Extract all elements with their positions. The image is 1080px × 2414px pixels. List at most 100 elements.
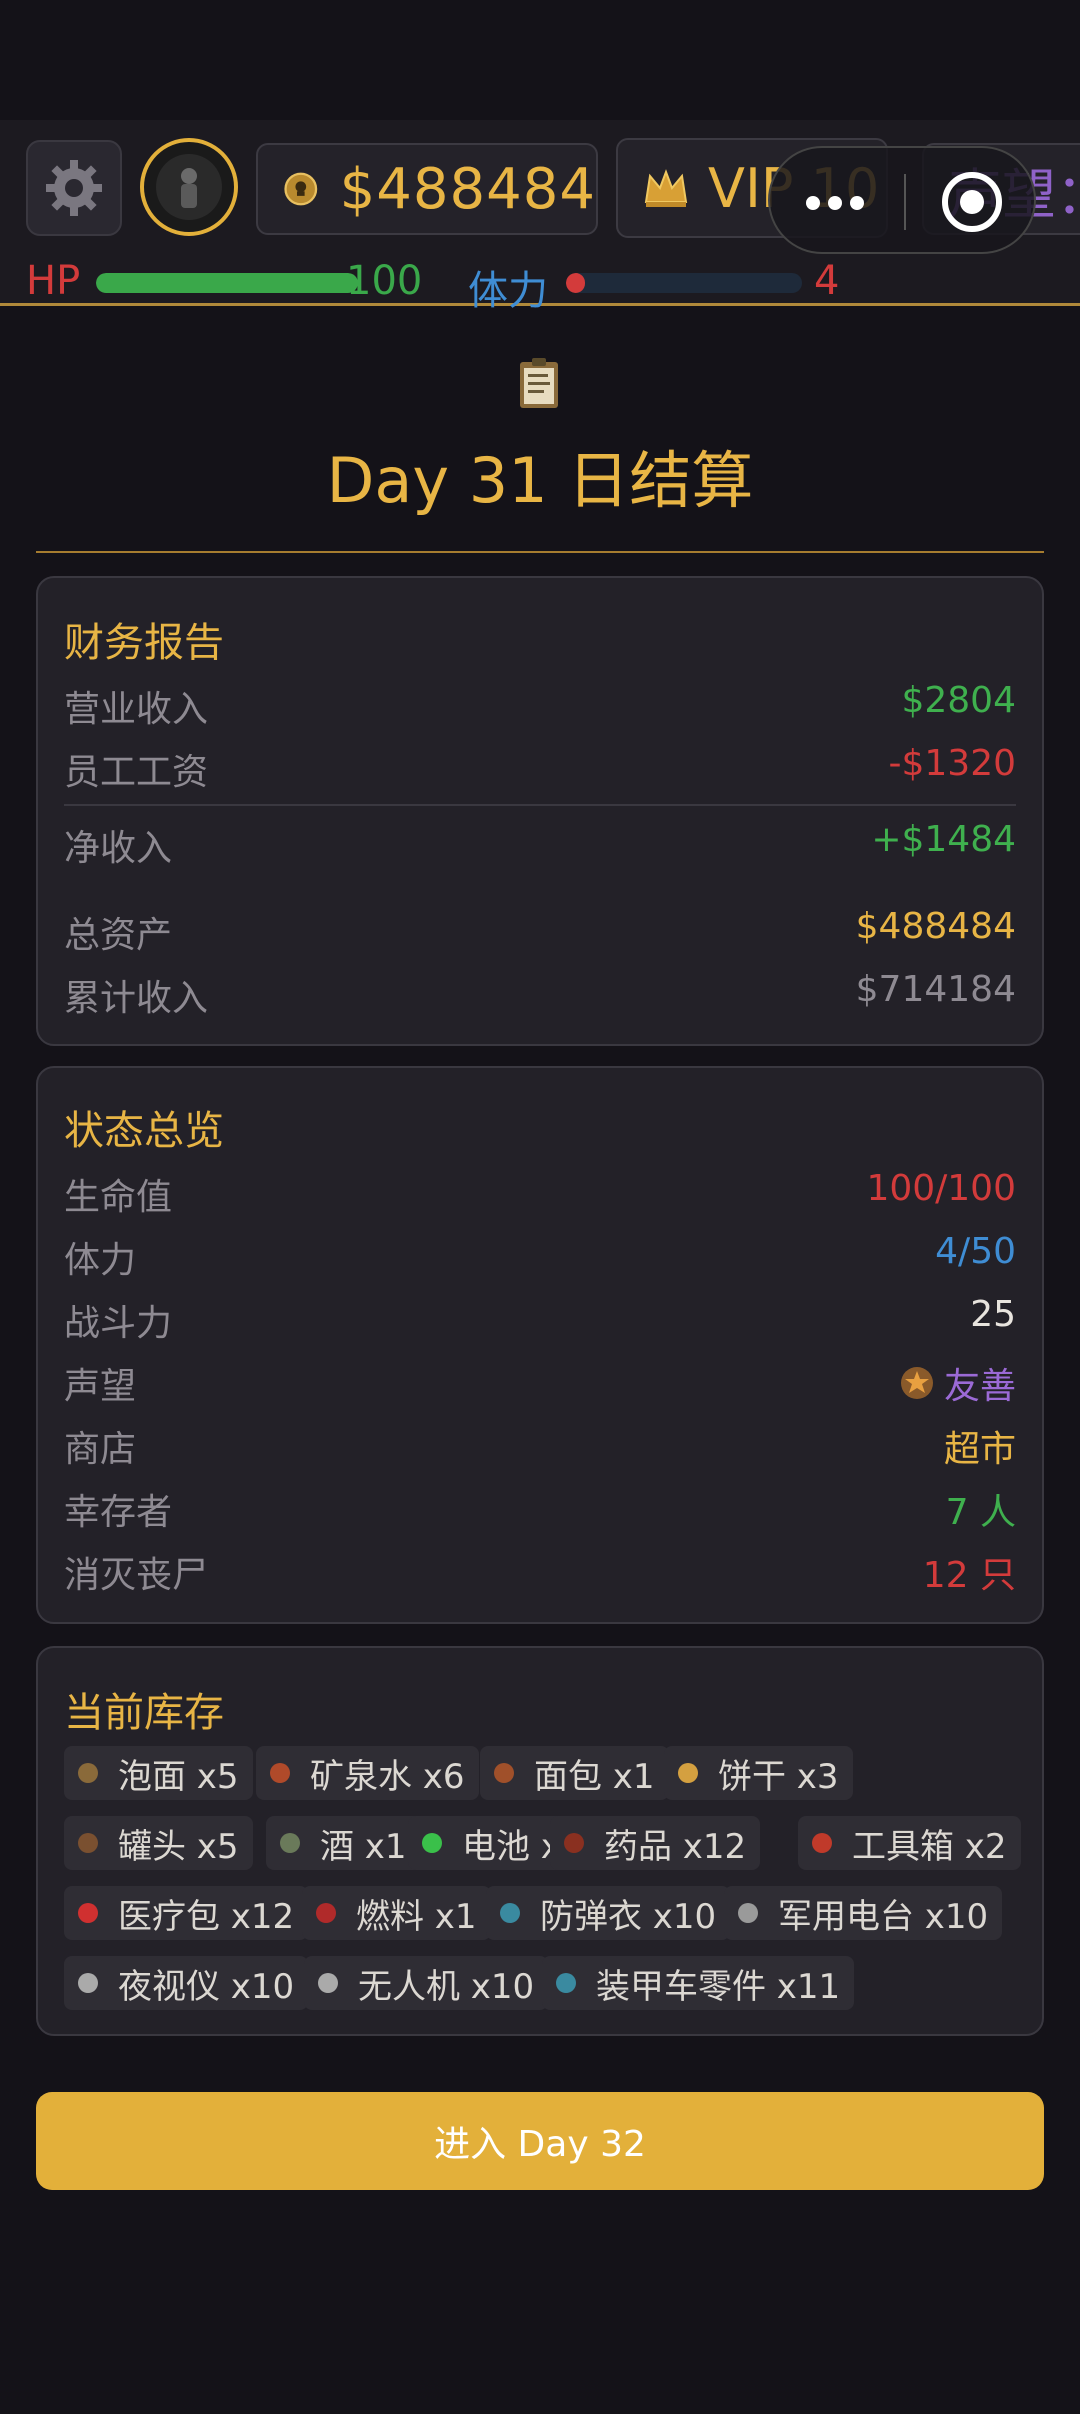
status-row-label: 消灭丧尸 bbox=[64, 1555, 209, 1596]
inventory-item[interactable]: 工具箱 x2 bbox=[798, 1816, 1021, 1870]
finance-row-label: 净收入 bbox=[64, 828, 173, 869]
inventory-item-label: 防弹衣 x10 bbox=[540, 1896, 717, 1937]
mini-program-capsule bbox=[768, 146, 1036, 254]
coin-icon bbox=[284, 172, 318, 206]
inventory-item[interactable]: 药品 x12 bbox=[550, 1816, 761, 1870]
inventory-item-label: 面包 x1 bbox=[534, 1756, 655, 1797]
status-row-label: 声望 bbox=[64, 1366, 137, 1407]
finance-row: 员工工资 -$1320 bbox=[64, 743, 1016, 793]
inventory-item-label: 无人机 x10 bbox=[358, 1966, 535, 2007]
clipboard-icon bbox=[520, 358, 558, 408]
inventory-item[interactable]: 酒 x1 bbox=[266, 1816, 421, 1870]
inventory-item-label: 夜视仪 x10 bbox=[118, 1966, 295, 2007]
next-day-button[interactable]: 进入 Day 32 bbox=[36, 2092, 1044, 2190]
finance-row-value: $488484 bbox=[855, 906, 1016, 947]
survivor-avatar-icon bbox=[156, 154, 222, 220]
hp-bar bbox=[96, 273, 358, 293]
water-icon bbox=[270, 1763, 290, 1783]
status-row-value: 友善 bbox=[943, 1366, 1016, 1407]
inventory-item[interactable]: 面包 x1 bbox=[480, 1746, 669, 1800]
hp-label: HP bbox=[26, 258, 81, 304]
inventory-item[interactable]: 燃料 x1 bbox=[302, 1886, 491, 1940]
finance-row-value: +$1484 bbox=[871, 819, 1016, 860]
inventory-item[interactable]: 夜视仪 x10 bbox=[64, 1956, 309, 2010]
finance-row: 总资产 $488484 bbox=[64, 906, 1016, 956]
status-row-label: 生命值 bbox=[64, 1177, 173, 1218]
drone-icon bbox=[318, 1973, 338, 1993]
title-divider bbox=[36, 551, 1044, 553]
gear-icon bbox=[46, 160, 102, 216]
stamina-label: 体力 bbox=[468, 268, 548, 314]
inventory-item[interactable]: 泡面 x5 bbox=[64, 1746, 253, 1800]
finance-row-label: 营业收入 bbox=[64, 689, 209, 730]
inventory-item-label: 矿泉水 x6 bbox=[310, 1756, 465, 1797]
inventory-item[interactable]: 无人机 x10 bbox=[304, 1956, 549, 2010]
settings-button[interactable] bbox=[26, 140, 122, 236]
status-row-label: 幸存者 bbox=[64, 1492, 173, 1533]
close-target-button[interactable] bbox=[942, 172, 1002, 232]
finance-row: 累计收入 $714184 bbox=[64, 969, 1016, 1019]
status-row-value: 25 bbox=[970, 1294, 1016, 1335]
noodle-icon bbox=[78, 1763, 98, 1783]
status-row-label: 战斗力 bbox=[64, 1303, 173, 1344]
inventory-card: 当前库存 泡面 x5 矿泉水 x6 面包 x1 饼干 x3 罐头 x5 酒 x1… bbox=[36, 1646, 1044, 2036]
status-row: 体力 4/50 bbox=[64, 1231, 1016, 1281]
inventory-item-label: 罐头 x5 bbox=[118, 1826, 239, 1867]
nightvision-icon bbox=[78, 1973, 98, 1993]
inventory-item-label: 装甲车零件 x11 bbox=[596, 1966, 841, 2007]
inventory-item-label: 工具箱 x2 bbox=[852, 1826, 1007, 1867]
fuel-icon bbox=[316, 1903, 336, 1923]
status-row-value: 超市 bbox=[943, 1429, 1016, 1470]
status-row-label: 体力 bbox=[64, 1240, 137, 1281]
status-row: 声望 友善 bbox=[64, 1357, 1016, 1407]
stamina-bar-fill bbox=[566, 273, 585, 293]
status-row-value: 12 只 bbox=[922, 1555, 1016, 1596]
finance-row: 净收入 +$1484 bbox=[64, 819, 1016, 869]
inventory-item[interactable]: 医疗包 x12 bbox=[64, 1886, 309, 1940]
inventory-item-label: 燃料 x1 bbox=[356, 1896, 477, 1937]
page-title: Day 31 日结算 bbox=[326, 444, 754, 517]
inventory-item[interactable]: 军用电台 x10 bbox=[724, 1886, 1003, 1940]
finance-row: 营业收入 $2804 bbox=[64, 680, 1016, 730]
finance-row-label: 累计收入 bbox=[64, 978, 209, 1019]
parts-icon bbox=[556, 1973, 576, 1993]
avatar[interactable] bbox=[140, 138, 238, 236]
radio-icon bbox=[738, 1903, 758, 1923]
inventory-item[interactable]: 矿泉水 x6 bbox=[256, 1746, 479, 1800]
more-options-button[interactable] bbox=[806, 196, 864, 210]
hp-bar-fill bbox=[96, 273, 358, 293]
bottle-icon bbox=[280, 1833, 300, 1853]
status-title: 状态总览 bbox=[64, 1108, 224, 1154]
inventory-item-label: 饼干 x3 bbox=[718, 1756, 839, 1797]
capsule-divider bbox=[904, 174, 906, 230]
inventory-item-label: 药品 x12 bbox=[604, 1826, 747, 1867]
status-overview-card: 状态总览 生命值 100/100 体力 4/50 战斗力 25 声望 友善 商店… bbox=[36, 1066, 1044, 1624]
status-row: 消灭丧尸 12 只 bbox=[64, 1546, 1016, 1596]
status-row-value: 100/100 bbox=[866, 1168, 1016, 1209]
star-badge-icon bbox=[900, 1367, 933, 1399]
battery-icon bbox=[422, 1833, 442, 1853]
inventory-item-label: 泡面 x5 bbox=[118, 1756, 239, 1797]
money-value: $488484 bbox=[339, 156, 596, 222]
vital-stats-row: HP 100 体力 4 bbox=[26, 258, 1066, 314]
finance-row-value: $714184 bbox=[855, 969, 1016, 1010]
inventory-item[interactable]: 饼干 x3 bbox=[664, 1746, 853, 1800]
status-row: 战斗力 25 bbox=[64, 1294, 1016, 1344]
finance-title: 财务报告 bbox=[64, 620, 224, 666]
inventory-item[interactable]: 防弹衣 x10 bbox=[486, 1886, 731, 1940]
stamina-bar bbox=[566, 273, 802, 293]
status-row: 生命值 100/100 bbox=[64, 1168, 1016, 1218]
can-icon bbox=[78, 1833, 98, 1853]
money-display[interactable]: $488484 bbox=[256, 143, 598, 235]
biscuit-icon bbox=[678, 1763, 698, 1783]
finance-divider bbox=[64, 804, 1016, 806]
inventory-item[interactable]: 罐头 x5 bbox=[64, 1816, 253, 1870]
bread-icon bbox=[494, 1763, 514, 1783]
medkit-icon bbox=[78, 1903, 98, 1923]
status-row-value: 4/50 bbox=[935, 1231, 1016, 1272]
inventory-item[interactable]: 装甲车零件 x11 bbox=[542, 1956, 855, 2010]
status-row: 商店 超市 bbox=[64, 1420, 1016, 1470]
status-row-label: 商店 bbox=[64, 1429, 137, 1470]
hp-value: 100 bbox=[346, 258, 423, 304]
inventory-item-label: 军用电台 x10 bbox=[778, 1896, 989, 1937]
